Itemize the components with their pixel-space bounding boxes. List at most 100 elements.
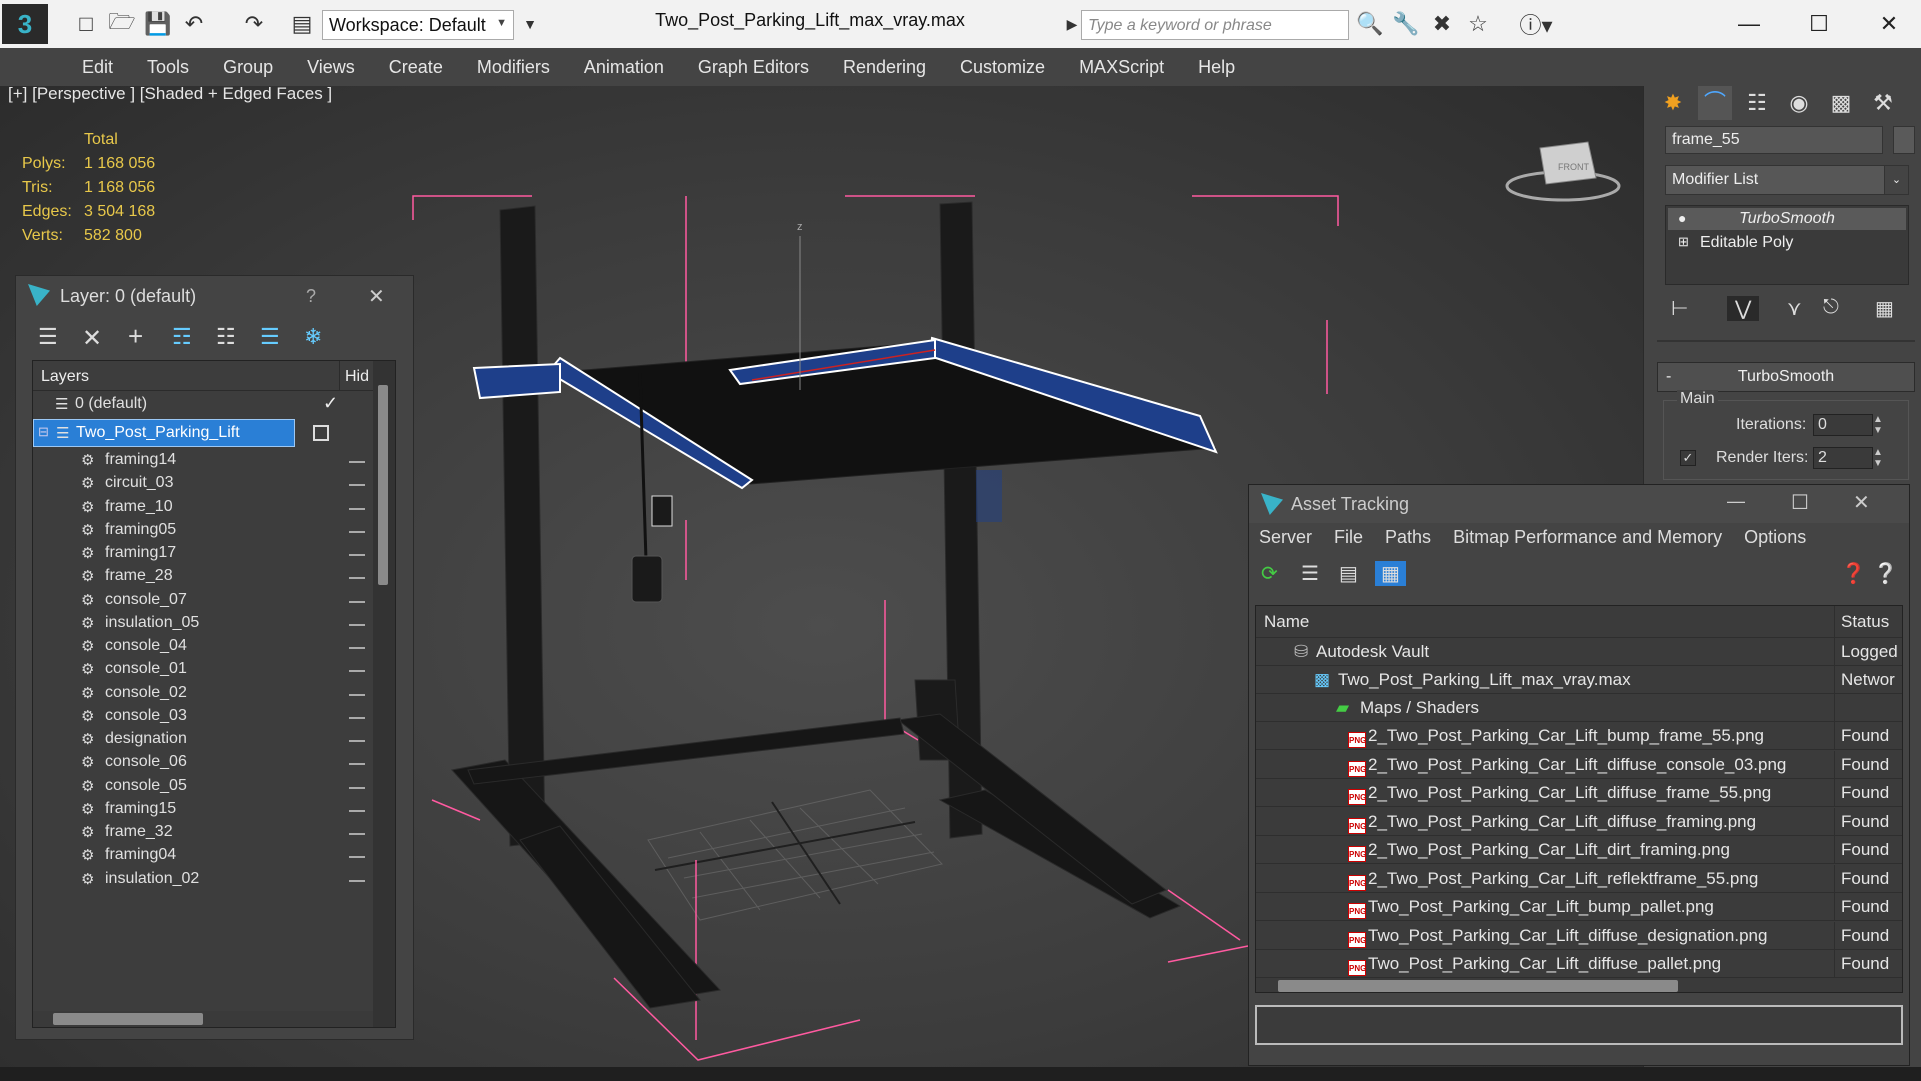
- asset-row-vault[interactable]: ⛁ Autodesk Vault Logged: [1256, 638, 1902, 666]
- list-view-icon[interactable]: ☰: [1301, 561, 1319, 586]
- menu-rendering[interactable]: Rendering: [827, 57, 944, 78]
- layer-object-row[interactable]: ⚙ frame_28: [33, 563, 373, 586]
- lightbulb-icon[interactable]: ●: [1678, 210, 1686, 226]
- layer-object-row[interactable]: ⚙ circuit_03: [33, 470, 373, 493]
- layer-object-row[interactable]: ⚙ console_04: [33, 633, 373, 656]
- collapse-icon[interactable]: -: [1666, 363, 1671, 391]
- minimize-icon[interactable]: —: [1727, 491, 1745, 512]
- delete-layer-icon[interactable]: ✕: [82, 324, 102, 353]
- context-help-icon[interactable]: ❔: [1873, 561, 1898, 586]
- hide-toggle-icon[interactable]: [349, 879, 365, 882]
- hide-toggle-icon[interactable]: [349, 786, 365, 789]
- asset-table-hscroll[interactable]: [1256, 978, 1902, 992]
- hide-toggle-icon[interactable]: [349, 833, 365, 835]
- scroll-thumb[interactable]: [1278, 980, 1678, 992]
- motion-tab-icon[interactable]: ◉: [1782, 86, 1816, 120]
- hide-toggle-icon[interactable]: [349, 740, 365, 742]
- save-file-icon[interactable]: 💾: [144, 10, 172, 38]
- workspace-select[interactable]: Workspace: Default ▼: [322, 10, 514, 40]
- viewcube[interactable]: FRONT: [1505, 141, 1621, 202]
- asset-menu-bitmap[interactable]: Bitmap Performance and Memory: [1453, 527, 1722, 553]
- iterations-spinner[interactable]: 0: [1813, 414, 1873, 436]
- hide-toggle-icon[interactable]: [349, 809, 365, 812]
- asset-row-map[interactable]: PNG 2_Two_Post_Parking_Car_Lift_reflektfr…: [1256, 864, 1902, 893]
- asset-row-map[interactable]: PNG 2_Two_Post_Parking_Car_Lift_diffuse_c…: [1256, 750, 1902, 779]
- close-icon[interactable]: ✕: [1869, 6, 1909, 42]
- layer-object-row[interactable]: ⚙ console_06: [33, 749, 373, 772]
- configure-sets-icon[interactable]: ▦: [1875, 296, 1894, 321]
- asset-dialog-title-bar[interactable]: Asset Tracking — ☐ ✕: [1249, 485, 1909, 523]
- hide-toggle-icon[interactable]: [349, 507, 365, 510]
- app-logo-icon[interactable]: 3: [2, 4, 48, 44]
- layer-object-row[interactable]: ⚙ console_07: [33, 587, 373, 610]
- show-end-result-icon[interactable]: ⋁: [1727, 296, 1760, 321]
- layer-object-row[interactable]: ⚙ framing04: [33, 842, 373, 865]
- subscription-icon[interactable]: 🔧: [1392, 10, 1420, 38]
- render-iters-spinner[interactable]: 2: [1813, 447, 1873, 469]
- hide-toggle-icon[interactable]: [349, 461, 365, 463]
- hide-all-layers-icon[interactable]: ☰: [260, 324, 280, 350]
- menu-views[interactable]: Views: [291, 57, 373, 78]
- asset-row-map[interactable]: PNG 2_Two_Post_Parking_Car_Lift_dirt_fram…: [1256, 836, 1902, 864]
- minimize-icon[interactable]: —: [1729, 6, 1769, 42]
- menu-maxscript[interactable]: MAXScript: [1063, 57, 1182, 78]
- help-icon[interactable]: ?: [306, 286, 316, 307]
- asset-row-map[interactable]: PNG 2_Two_Post_Parking_Car_Lift_diffuse_f…: [1256, 779, 1902, 807]
- menu-group[interactable]: Group: [207, 57, 291, 78]
- help-icon[interactable]: ⓘ▾: [1514, 10, 1558, 38]
- close-icon[interactable]: ✕: [368, 284, 385, 309]
- asset-menu-server[interactable]: Server: [1259, 527, 1312, 553]
- select-objects-icon[interactable]: ☶: [172, 324, 192, 350]
- freeze-all-layers-icon[interactable]: ❄: [304, 324, 322, 350]
- scroll-thumb[interactable]: [53, 1013, 203, 1025]
- open-file-icon[interactable]: 🗁: [108, 9, 136, 38]
- layer-object-row[interactable]: ⚙ designation: [33, 726, 373, 749]
- asset-row-max-file[interactable]: ▩ Two_Post_Parking_Lift_max_vray.max Net…: [1256, 666, 1902, 694]
- hide-toggle-icon[interactable]: [349, 554, 365, 556]
- menu-edit[interactable]: Edit: [66, 57, 131, 78]
- hide-toggle-icon[interactable]: [349, 484, 365, 487]
- close-icon[interactable]: ✕: [1853, 490, 1870, 515]
- layer-tree-vscroll[interactable]: [373, 361, 395, 1027]
- make-unique-icon[interactable]: ⋎: [1787, 296, 1802, 321]
- hide-toggle-icon[interactable]: [349, 623, 365, 626]
- spinner-arrows-icon[interactable]: ▲ ▼: [1873, 447, 1883, 469]
- highlight-selected-icon[interactable]: ☷: [216, 324, 236, 350]
- new-file-icon[interactable]: □: [72, 10, 100, 38]
- modify-tab-icon[interactable]: ⌒: [1698, 86, 1732, 120]
- layer-tree-hscroll[interactable]: [33, 1011, 373, 1027]
- asset-menu-file[interactable]: File: [1334, 527, 1363, 553]
- hierarchy-tab-icon[interactable]: ☷: [1740, 86, 1774, 120]
- menu-customize[interactable]: Customize: [944, 57, 1063, 78]
- layer-object-row[interactable]: ⚙ framing17: [33, 540, 373, 563]
- stack-item-turbosmooth[interactable]: ● TurboSmooth: [1668, 208, 1906, 230]
- add-to-layer-icon[interactable]: +: [128, 321, 143, 352]
- layer-object-row[interactable]: ⚙ console_01: [33, 656, 373, 679]
- layer-object-row[interactable]: ⚙ insulation_05: [33, 610, 373, 633]
- layer-dialog-title-bar[interactable]: Layer: 0 (default) ? ✕: [16, 276, 413, 316]
- asset-row-map[interactable]: PNG Two_Post_Parking_Car_Lift_bump_pallet…: [1256, 893, 1902, 921]
- layer-row-default[interactable]: ☰ 0 (default) ✓: [33, 391, 373, 419]
- stack-item-editable-poly[interactable]: ⊞ Editable Poly: [1668, 232, 1906, 254]
- layer-object-row[interactable]: ⚙ frame_32: [33, 819, 373, 842]
- asset-row-map[interactable]: PNG 2_Two_Post_Parking_Car_Lift_diffuse_f…: [1256, 807, 1902, 836]
- hide-toggle-icon[interactable]: [349, 647, 365, 649]
- viewport-label[interactable]: [+] [Perspective ] [Shaded + Edged Faces…: [8, 84, 332, 104]
- refresh-icon[interactable]: ⟳: [1261, 561, 1278, 586]
- object-color-swatch[interactable]: [1893, 126, 1915, 154]
- layer-object-row[interactable]: ⚙ framing14: [33, 447, 373, 470]
- turbosmooth-rollout-header[interactable]: - TurboSmooth: [1657, 362, 1915, 392]
- search-input[interactable]: Type a keyword or phrase: [1081, 10, 1349, 40]
- column-layers[interactable]: Layers: [41, 368, 89, 386]
- favorites-star-icon[interactable]: ☆: [1464, 10, 1492, 38]
- hide-toggle-icon[interactable]: [349, 530, 365, 533]
- remove-modifier-icon[interactable]: ⎋: [1823, 296, 1839, 319]
- utilities-tab-icon[interactable]: ⚒: [1866, 86, 1900, 120]
- server-help-icon[interactable]: ❓: [1841, 561, 1866, 586]
- menu-modifiers[interactable]: Modifiers: [461, 57, 568, 78]
- pin-stack-icon[interactable]: ⊢: [1671, 296, 1688, 321]
- column-status[interactable]: Status: [1841, 612, 1902, 632]
- hide-toggle-icon[interactable]: [349, 693, 365, 696]
- scroll-thumb[interactable]: [378, 385, 388, 585]
- layer-object-row[interactable]: ⚙ console_02: [33, 680, 373, 703]
